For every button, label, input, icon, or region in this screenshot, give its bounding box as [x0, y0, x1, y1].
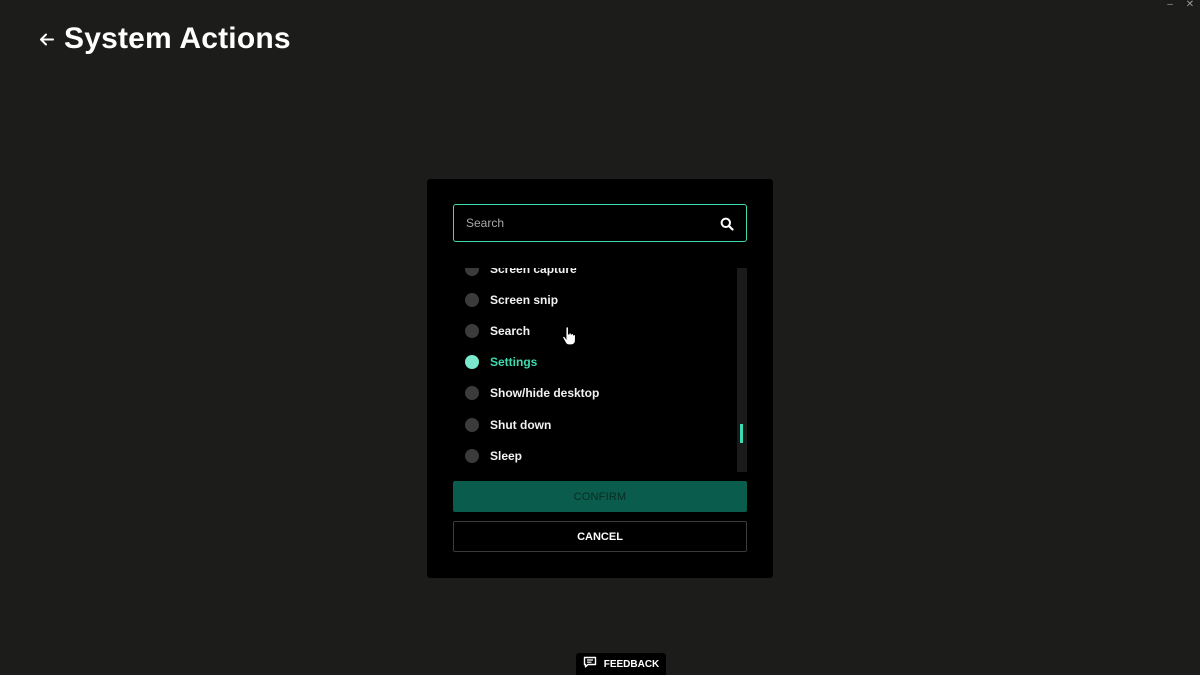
list-item-label: Show/hide desktop — [490, 386, 600, 401]
list-item-label: Sleep — [490, 448, 523, 463]
radio-button[interactable] — [465, 448, 479, 463]
radio-button[interactable] — [465, 323, 479, 338]
list-scrollbar[interactable] — [737, 268, 747, 472]
actions-list-content: Screen capture Screen snip Search Settings S… — [453, 268, 733, 471]
feedback-button[interactable]: FEEDBACK — [576, 653, 666, 675]
list-item[interactable]: Sleep — [453, 440, 733, 471]
radio-button[interactable] — [465, 386, 479, 401]
list-item[interactable]: Shut down — [453, 409, 733, 440]
minimize-button[interactable]: – — [1164, 0, 1176, 12]
search-box — [453, 204, 747, 242]
list-item-label: Screen capture — [490, 268, 577, 276]
radio-button[interactable] — [465, 417, 479, 432]
list-item-label: Screen snip — [490, 292, 559, 307]
arrow-left-icon[interactable] — [38, 31, 55, 48]
search-input[interactable] — [466, 205, 716, 241]
list-item-label: Shut down — [490, 417, 552, 432]
hand-cursor-icon — [562, 326, 576, 346]
list-item[interactable]: Settings — [453, 347, 733, 378]
confirm-button[interactable]: CONFIRM — [453, 481, 747, 512]
list-item[interactable]: Screen capture — [453, 268, 733, 284]
list-item[interactable]: Show/hide desktop — [453, 378, 733, 409]
cancel-button[interactable]: CANCEL — [453, 521, 747, 552]
search-icon[interactable] — [720, 217, 734, 231]
list-item-label: Settings — [490, 355, 538, 370]
radio-button[interactable] — [465, 355, 479, 370]
radio-button[interactable] — [465, 292, 479, 307]
radio-button[interactable] — [465, 268, 479, 276]
window-controls: – ✕ — [1164, 0, 1200, 12]
list-item[interactable]: Search — [453, 315, 733, 346]
actions-list[interactable]: Screen capture Screen snip Search Settings S… — [453, 268, 747, 472]
page-title: System Actions — [64, 22, 291, 55]
list-item[interactable]: Screen snip — [453, 284, 733, 315]
list-item-label: Search — [490, 323, 531, 338]
close-button[interactable]: ✕ — [1184, 0, 1196, 12]
feedback-label: FEEDBACK — [603, 658, 660, 670]
page-header: System Actions — [38, 22, 291, 56]
scrollbar-thumb[interactable] — [740, 424, 743, 443]
feedback-icon — [583, 655, 597, 673]
system-actions-dialog: Screen capture Screen snip Search Settings S… — [427, 179, 773, 578]
